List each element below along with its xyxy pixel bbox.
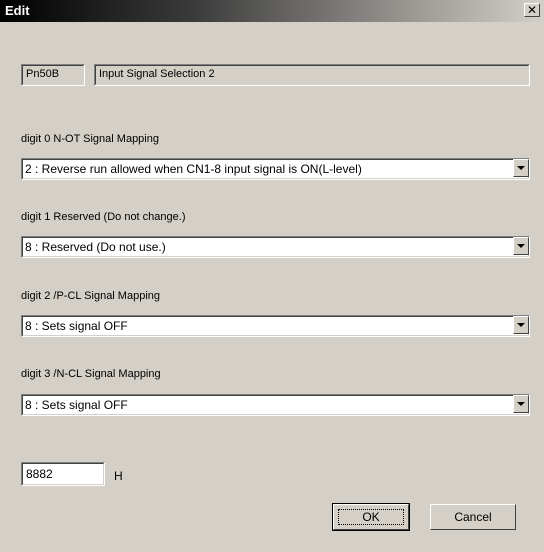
digit-3-select[interactable]: 8 : Sets signal OFF bbox=[21, 394, 530, 416]
close-button[interactable]: ✕ bbox=[524, 3, 540, 17]
digit-0-select[interactable]: 2 : Reverse run allowed when CN1-8 input… bbox=[21, 158, 530, 180]
chevron-down-icon bbox=[517, 166, 525, 170]
ok-button-label: OK bbox=[362, 510, 380, 524]
title-bar[interactable]: Edit ✕ bbox=[0, 0, 544, 22]
digit-1-selected-value: 8 : Reserved (Do not use.) bbox=[25, 240, 166, 254]
window-title: Edit bbox=[5, 3, 30, 18]
hex-suffix-label: H bbox=[114, 469, 123, 483]
digit-0-selected-value: 2 : Reverse run allowed when CN1-8 input… bbox=[25, 162, 362, 176]
param-number-box: Pn50B bbox=[21, 64, 85, 86]
digit-3-selected-value: 8 : Sets signal OFF bbox=[25, 398, 128, 412]
value-text: 8882 bbox=[26, 467, 53, 481]
digit-1-label: digit 1 Reserved (Do not change.) bbox=[21, 211, 186, 223]
cancel-button[interactable]: Cancel bbox=[430, 504, 516, 530]
value-input[interactable]: 8882 bbox=[21, 462, 105, 486]
digit-2-dropdown-button[interactable] bbox=[513, 316, 529, 334]
param-number: Pn50B bbox=[26, 68, 60, 80]
digit-1-dropdown-button[interactable] bbox=[513, 237, 529, 255]
digit-1-select[interactable]: 8 : Reserved (Do not use.) bbox=[21, 236, 530, 258]
digit-2-label: digit 2 /P-CL Signal Mapping bbox=[21, 290, 161, 302]
chevron-down-icon bbox=[517, 244, 525, 248]
digit-0-label: digit 0 N-OT Signal Mapping bbox=[21, 133, 159, 145]
digit-2-selected-value: 8 : Sets signal OFF bbox=[25, 319, 128, 333]
param-name: Input Signal Selection 2 bbox=[99, 68, 215, 80]
ok-button[interactable]: OK bbox=[332, 503, 410, 531]
cancel-button-label: Cancel bbox=[454, 510, 492, 524]
edit-dialog: Edit ✕ Pn50B Input Signal Selection 2 di… bbox=[0, 0, 544, 552]
chevron-down-icon bbox=[517, 402, 525, 406]
digit-3-label: digit 3 /N-CL Signal Mapping bbox=[21, 368, 161, 380]
chevron-down-icon bbox=[517, 323, 525, 327]
digit-0-dropdown-button[interactable] bbox=[513, 159, 529, 177]
param-name-box: Input Signal Selection 2 bbox=[94, 64, 530, 86]
digit-2-select[interactable]: 8 : Sets signal OFF bbox=[21, 315, 530, 337]
digit-3-dropdown-button[interactable] bbox=[513, 395, 529, 413]
close-icon: ✕ bbox=[526, 3, 538, 17]
